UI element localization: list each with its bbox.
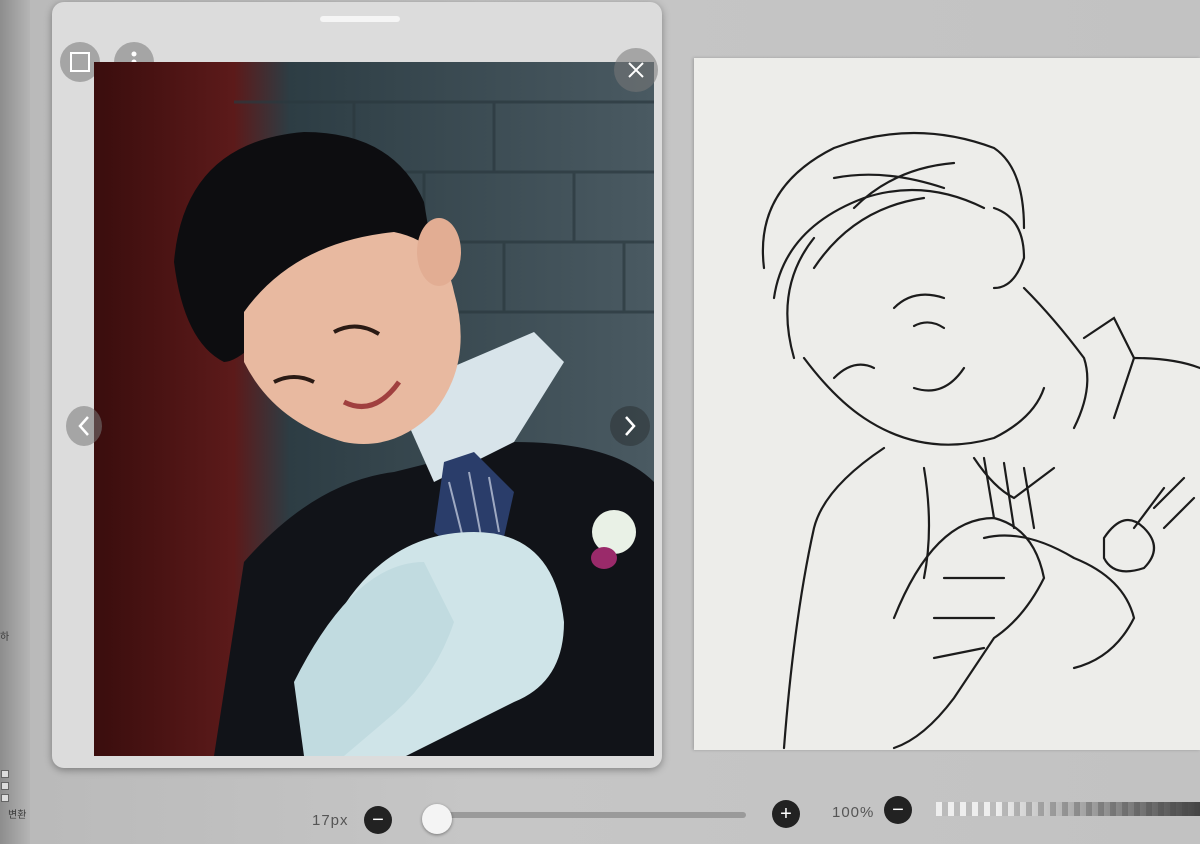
zoom-decrease-button[interactable]: − — [884, 796, 912, 824]
window-drag-handle[interactable] — [320, 16, 400, 22]
reference-photo — [94, 62, 654, 756]
bottom-toolbar: 17px − + 100% − — [0, 772, 1200, 844]
drawing-canvas[interactable] — [694, 58, 1200, 750]
reference-window[interactable] — [52, 2, 662, 768]
plus-icon: + — [780, 803, 792, 825]
brush-size-value: 17px — [312, 812, 349, 829]
brush-size-increase-button[interactable]: + — [772, 800, 800, 828]
left-strip-label: 하 — [0, 632, 10, 643]
brush-size-slider[interactable] — [438, 812, 746, 818]
zoom-value: 100% — [832, 804, 875, 821]
left-tool-strip: 하 변환 — [0, 0, 30, 844]
opacity-slider[interactable] — [936, 802, 1200, 816]
sketch-drawing — [761, 131, 1200, 750]
drawing-app-screen: 하 변환 17px − + 100% − — [0, 0, 1200, 844]
brush-size-decrease-button[interactable]: − — [364, 806, 392, 834]
minus-icon: − — [372, 809, 384, 831]
close-icon[interactable] — [614, 48, 658, 92]
chevron-left-icon[interactable] — [66, 406, 102, 446]
brush-size-slider-knob[interactable] — [422, 804, 452, 834]
minus-icon: − — [892, 799, 904, 821]
chevron-right-icon[interactable] — [610, 406, 650, 446]
